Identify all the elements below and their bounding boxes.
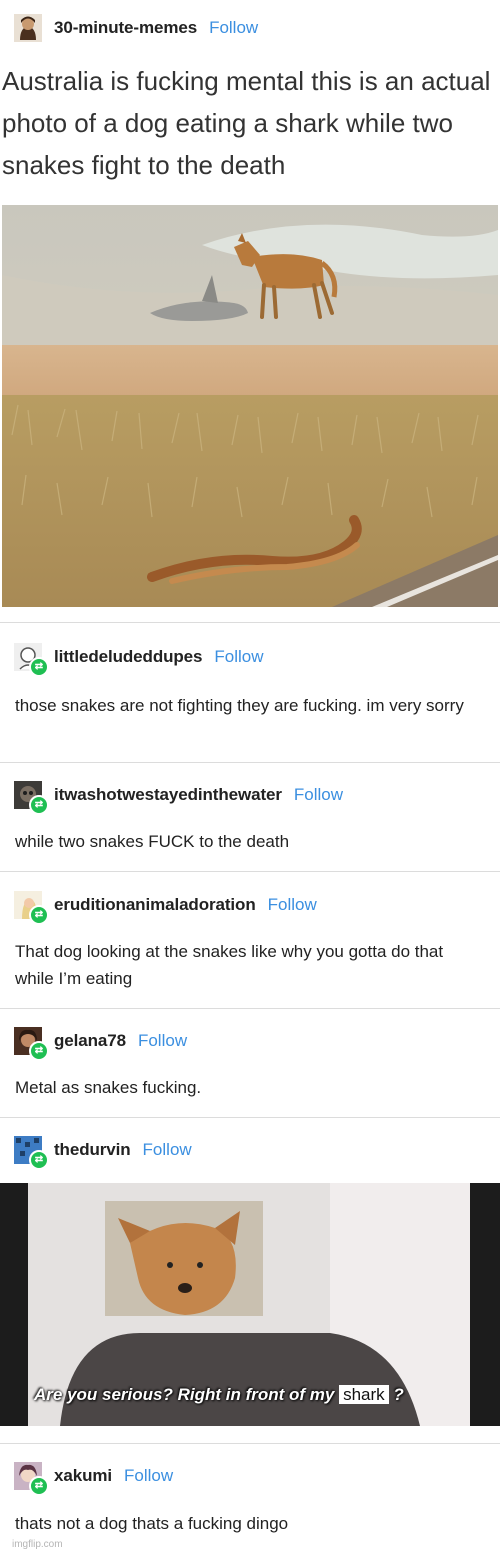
username[interactable]: itwashotwestayedinthewater (54, 785, 282, 805)
avatar[interactable]: ⇄ (14, 891, 49, 925)
post-title: Australia is fucking mental this is an a… (2, 66, 491, 180)
follow-button[interactable]: Follow (143, 1140, 192, 1160)
divider (0, 1008, 500, 1009)
reblog-icon: ⇄ (29, 657, 49, 677)
follow-button[interactable]: Follow (268, 895, 317, 915)
avatar[interactable]: ⇄ (14, 1027, 49, 1061)
username[interactable]: littledeludeddupes (54, 647, 202, 667)
divider (0, 871, 500, 872)
username[interactable]: eruditionanimaladoration (54, 895, 256, 915)
caption-sticker: shark (339, 1385, 389, 1404)
divider (0, 1117, 500, 1118)
divider (0, 622, 500, 623)
reblog-icon: ⇄ (29, 1041, 49, 1061)
divider (0, 1443, 500, 1444)
reblog-icon: ⇄ (29, 1150, 49, 1170)
meme-caption: Are you serious? Right in front of my sh… (34, 1385, 404, 1405)
reply-header: ⇄ littledeludeddupes Follow (14, 643, 264, 677)
reply-text: those snakes are not fighting they are f… (15, 696, 464, 715)
username[interactable]: thedurvin (54, 1140, 131, 1160)
post-header: 30-minute-memes Follow (14, 14, 258, 42)
reply-header: ⇄ thedurvin Follow (14, 1136, 192, 1170)
reply-text: while two snakes FUCK to the death (15, 832, 290, 851)
avatar[interactable]: ⇄ (14, 1136, 49, 1170)
follow-button[interactable]: Follow (138, 1031, 187, 1051)
avatar[interactable]: ⇄ (14, 1462, 49, 1496)
reblog-icon: ⇄ (29, 905, 49, 925)
post-photo (2, 205, 498, 607)
watermark: imgflip.com (12, 1539, 63, 1550)
reply-header: ⇄ xakumi Follow (14, 1462, 173, 1496)
caption-text: Are you serious? Right in front of my (34, 1385, 335, 1404)
follow-button[interactable]: Follow (124, 1466, 173, 1486)
reply-text: Metal as snakes fucking. (15, 1078, 202, 1097)
reblog-icon: ⇄ (29, 795, 49, 815)
follow-button[interactable]: Follow (294, 785, 343, 805)
meme-image: Are you serious? Right in front of my sh… (0, 1183, 500, 1426)
caption-end: ? (393, 1385, 404, 1404)
avatar[interactable]: ⇄ (14, 643, 49, 677)
username[interactable]: xakumi (54, 1466, 112, 1486)
follow-button[interactable]: Follow (209, 18, 258, 38)
username[interactable]: gelana78 (54, 1031, 126, 1051)
reply-header: ⇄ itwashotwestayedinthewater Follow (14, 781, 343, 815)
avatar[interactable]: ⇄ (14, 781, 49, 815)
reply-text: That dog looking at the snakes like why … (15, 942, 444, 988)
avatar-icon (14, 14, 42, 42)
divider (0, 762, 500, 763)
reply-header: ⇄ eruditionanimaladoration Follow (14, 891, 317, 925)
reply-text: thats not a dog thats a fucking dingo (15, 1514, 289, 1533)
avatar[interactable] (14, 14, 42, 42)
username[interactable]: 30-minute-memes (54, 18, 197, 38)
reblog-icon: ⇄ (29, 1476, 49, 1496)
follow-button[interactable]: Follow (214, 647, 263, 667)
reply-header: ⇄ gelana78 Follow (14, 1027, 187, 1061)
dingo-shark-snakes-image (2, 205, 498, 607)
